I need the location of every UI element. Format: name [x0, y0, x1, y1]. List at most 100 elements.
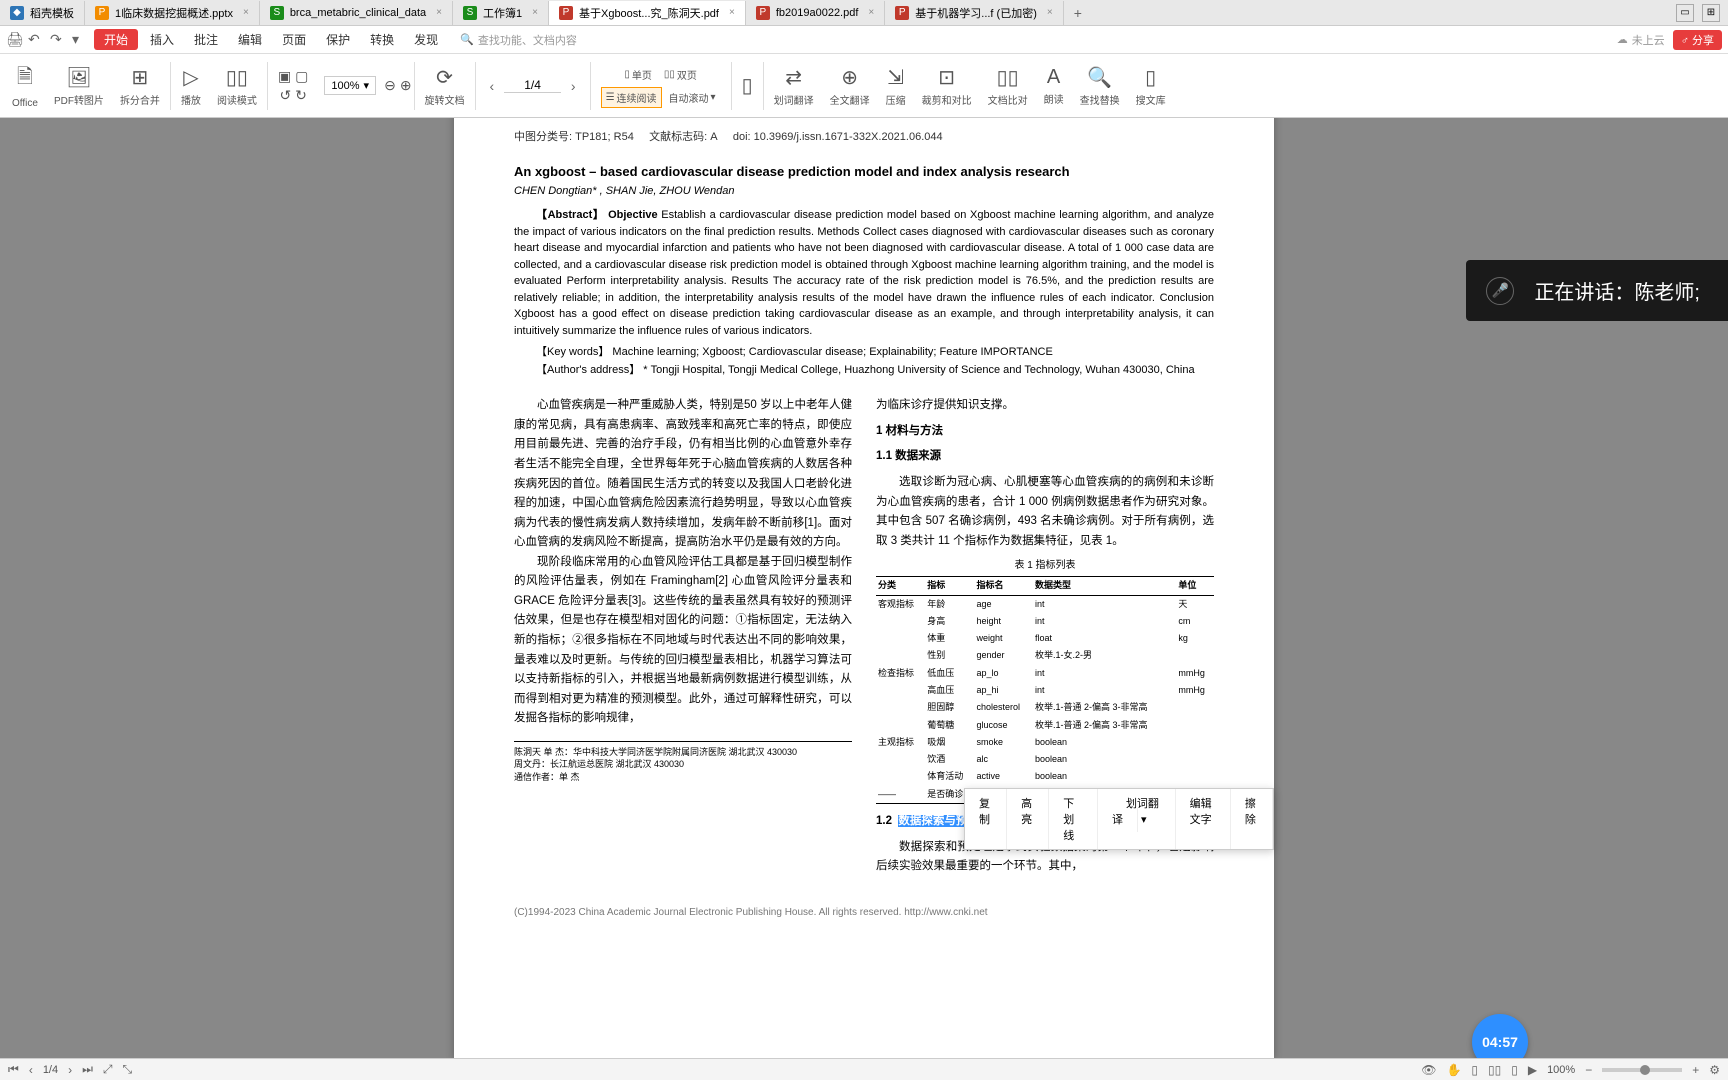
tool-goto[interactable]: ▯ — [734, 54, 761, 117]
close-icon[interactable]: × — [436, 7, 442, 18]
tool-compress[interactable]: ⇲压缩 — [878, 54, 914, 117]
book-icon: ▯▯ — [226, 65, 248, 90]
tab-template[interactable]: ◆稻壳模板 — [0, 1, 85, 25]
search-input[interactable]: 🔍查找功能、文档内容 — [460, 32, 577, 48]
crop-icon: ⊡ — [938, 65, 955, 90]
tool-library[interactable]: ▯搜文库 — [1128, 54, 1174, 117]
view1-icon[interactable]: ▯ — [1471, 1063, 1478, 1077]
ctx-translate[interactable]: 划词翻译 ▾ — [1098, 789, 1176, 849]
expand-icon[interactable]: ⤢ — [103, 1062, 113, 1077]
zoom-out-icon[interactable]: ⊖ — [384, 77, 396, 94]
table-caption: 表 1 指标列表 — [876, 557, 1214, 574]
rotate-right-icon[interactable]: ↻ — [295, 87, 307, 104]
layout1-icon[interactable]: ▭ — [1676, 4, 1694, 22]
close-icon[interactable]: × — [1047, 7, 1053, 18]
prev-page-icon[interactable]: ‹ — [29, 1063, 33, 1077]
zoom-in-icon[interactable]: + — [1692, 1063, 1699, 1077]
split-icon: ⊞ — [132, 65, 149, 90]
tool-fitmodes: ▣ ▢ ↺ ↻ — [270, 54, 316, 117]
tool-rotate[interactable]: ⟳旋转文档 — [417, 54, 473, 117]
tool-full-translate[interactable]: ⊕全文翻译 — [822, 54, 878, 117]
menu-convert[interactable]: 转换 — [362, 29, 402, 50]
tab-xlsx[interactable]: S工作簿1× — [453, 1, 549, 25]
image-icon: 🖼 — [66, 65, 91, 90]
menu-edit[interactable]: 编辑 — [230, 29, 270, 50]
zoom-select[interactable]: 100%▾ — [324, 76, 376, 95]
layout2-icon[interactable]: ⊞ — [1702, 4, 1720, 22]
tab-pdf2[interactable]: Pfb2019a0022.pdf× — [746, 1, 885, 25]
next-page-icon[interactable]: › — [567, 78, 580, 94]
close-icon[interactable]: × — [532, 7, 538, 18]
settings-icon[interactable]: ⚙ — [1709, 1063, 1720, 1077]
compress-icon: ⇲ — [887, 65, 904, 90]
tab-add-button[interactable]: + — [1064, 5, 1092, 21]
tool-office[interactable]: 🗎Office — [4, 54, 46, 117]
print-icon[interactable]: 🖨 — [6, 31, 24, 49]
view2-icon[interactable]: ▯▯ — [1488, 1063, 1501, 1077]
fit-page-icon[interactable]: ▢ — [295, 68, 308, 85]
menu-start[interactable]: 开始 — [94, 29, 138, 50]
close-icon[interactable]: × — [868, 7, 874, 18]
ctx-copy[interactable]: 复制 — [965, 789, 1007, 849]
library-icon: ▯ — [1145, 65, 1156, 90]
next-page-icon[interactable]: › — [68, 1063, 72, 1077]
menu-publish[interactable]: 发现 — [406, 29, 446, 50]
mode-autoscroll[interactable]: 自动滚动▾ — [664, 87, 721, 108]
tool-crop[interactable]: ⊡裁剪和对比 — [914, 54, 980, 117]
menu-protect[interactable]: 保护 — [318, 29, 358, 50]
tool-pdf2img[interactable]: 🖼PDF转图片 — [46, 54, 112, 117]
share-button[interactable]: ♂ 分享 — [1673, 30, 1722, 50]
tab-pdf-active[interactable]: P基于Xgboost...究_陈洞天.pdf× — [549, 1, 746, 25]
close-icon[interactable]: × — [729, 7, 735, 18]
collapse-icon[interactable]: ⤡ — [123, 1062, 133, 1077]
zoom-in-icon[interactable]: ⊕ — [400, 77, 412, 94]
undo-icon[interactable]: ↶ — [28, 31, 46, 49]
document-viewport[interactable]: 中图分类号: TP181; R54 文献标志码: A doi: 10.3969/… — [0, 118, 1728, 1058]
ctx-erase[interactable]: 擦除 — [1231, 789, 1273, 849]
close-icon[interactable]: × — [243, 7, 249, 18]
tool-findreplace[interactable]: 🔍查找替换 — [1072, 54, 1128, 117]
first-page-icon[interactable]: ⏮ — [8, 1062, 19, 1077]
ctx-edit-text[interactable]: 编辑文字 — [1176, 789, 1231, 849]
mode-dual[interactable]: ▯▯ 双页 — [659, 64, 702, 85]
mic-muted-icon[interactable]: 🎤 — [1486, 277, 1514, 305]
ctx-highlight[interactable]: 高亮 — [1007, 789, 1049, 849]
last-page-icon[interactable]: ⏭ — [82, 1062, 93, 1077]
zoom-slider[interactable] — [1602, 1068, 1682, 1072]
rotate-left-icon[interactable]: ↺ — [279, 87, 291, 104]
mode-continuous[interactable]: ☰ 连续阅读 — [601, 87, 662, 108]
view3-icon[interactable]: ▯ — [1511, 1063, 1518, 1077]
tab-bar: ◆稻壳模板 P1临床数据挖掘概述.pptx× Sbrca_metabric_cl… — [0, 0, 1728, 26]
ctx-underline[interactable]: 下划线 — [1049, 789, 1098, 849]
play-icon: ▷ — [183, 65, 198, 90]
tab-csv[interactable]: Sbrca_metabric_clinical_data× — [260, 1, 453, 25]
tool-textcompare[interactable]: ▯▯文档比对 — [980, 54, 1036, 117]
mode-single[interactable]: ▯ 单页 — [619, 64, 657, 85]
tab-pdf3[interactable]: P基于机器学习...f (已加密)× — [885, 1, 1063, 25]
menu-annotate[interactable]: 批注 — [186, 29, 226, 50]
prev-page-icon[interactable]: ‹ — [486, 78, 499, 94]
table-row: 客观指标年龄ageint天 — [876, 595, 1214, 613]
tool-word-translate[interactable]: ⇄划词翻译 — [766, 54, 822, 117]
status-zoom: 100% — [1547, 1064, 1575, 1076]
hand-icon[interactable]: ✋ — [1446, 1063, 1461, 1077]
tab-pptx[interactable]: P1临床数据挖掘概述.pptx× — [85, 1, 260, 25]
menu-insert[interactable]: 插入 — [142, 29, 182, 50]
author-address: 【Author's address】 * Tongji Hospital, To… — [514, 363, 1214, 378]
fit-width-icon[interactable]: ▣ — [278, 68, 291, 85]
table-row: 体育活动activeboolean — [876, 768, 1214, 785]
redo-icon[interactable]: ↷ — [50, 31, 68, 49]
page-indicator[interactable]: 1/4 — [504, 78, 561, 93]
eye-icon[interactable]: 👁 — [1421, 1063, 1436, 1077]
dropdown-icon[interactable]: ▾ — [72, 31, 90, 49]
tool-readmode[interactable]: ▯▯阅读模式 — [209, 54, 265, 117]
tool-split[interactable]: ⊞拆分合并 — [112, 54, 168, 117]
fullscreen-icon[interactable]: ▶ — [1528, 1063, 1537, 1077]
tool-zoom: 100%▾ — [316, 54, 384, 117]
tool-play[interactable]: ▷播放 — [173, 54, 209, 117]
zoom-out-icon[interactable]: − — [1585, 1063, 1592, 1077]
cloud-status[interactable]: ☁未上云 — [1617, 32, 1665, 48]
globe-icon: ⊕ — [841, 65, 858, 90]
menu-page[interactable]: 页面 — [274, 29, 314, 50]
tool-read[interactable]: A朗读 — [1036, 54, 1072, 117]
